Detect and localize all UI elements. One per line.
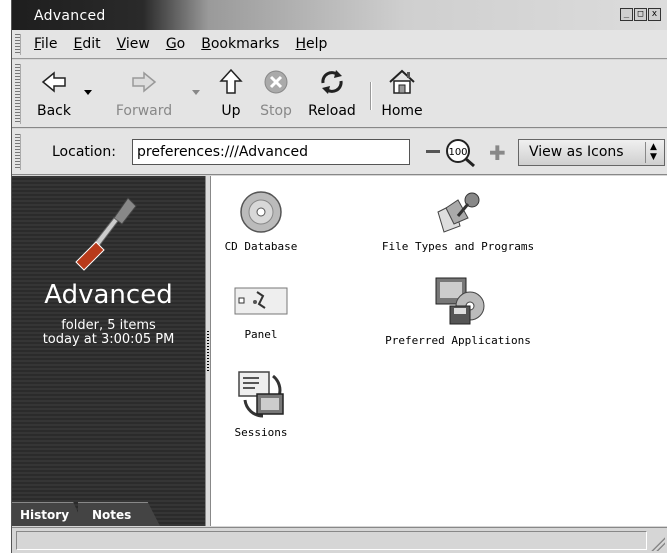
location-input[interactable] (132, 139, 410, 165)
home-button[interactable]: Home (378, 66, 426, 124)
reload-button[interactable]: Reload (304, 66, 360, 124)
stop-button[interactable]: Stop (254, 66, 298, 124)
spinner-arrows-icon: ▲ ▼ (645, 142, 661, 163)
minimize-button[interactable]: _ (620, 8, 633, 21)
back-button[interactable]: Back (30, 66, 78, 124)
file-types-icon (437, 192, 480, 233)
file-item-sessions[interactable]: Sessions (217, 370, 305, 439)
file-item-file-types[interactable]: File Types and Programs (373, 190, 543, 253)
view-as-dropdown[interactable]: View as Icons ▲ ▼ (518, 139, 665, 166)
menu-bar: File Edit View Go Bookmarks Help (12, 30, 667, 59)
reload-label: Reload (308, 103, 356, 119)
stop-label: Stop (260, 103, 292, 119)
sidebar: Advanced folder, 5 items today at 3:00:0… (12, 176, 205, 526)
status-text (16, 531, 647, 550)
menu-file[interactable]: File (26, 36, 65, 52)
sidebar-item-count: folder, 5 items (61, 318, 156, 333)
preferred-apps-icon (435, 277, 485, 325)
status-bar (12, 527, 667, 553)
reload-icon (321, 70, 343, 94)
stop-icon (264, 70, 288, 94)
sidebar-title: Advanced (44, 280, 173, 310)
back-arrow-icon (41, 71, 66, 93)
tab-notes[interactable]: Notes (78, 502, 160, 526)
file-item-label: Panel (244, 328, 278, 341)
window-controls: _ □ x (620, 8, 661, 21)
tab-history[interactable]: History (12, 502, 84, 526)
up-button[interactable]: Up (214, 66, 248, 124)
back-history-arrow-icon[interactable] (84, 90, 92, 95)
toolbar-grip[interactable] (15, 64, 21, 124)
up-arrow-icon (219, 68, 243, 94)
menu-bookmarks[interactable]: Bookmarks (193, 36, 287, 52)
sessions-icon (238, 371, 284, 418)
close-button[interactable]: x (648, 8, 661, 21)
menu-help[interactable]: Help (287, 36, 335, 52)
locationbar-grip[interactable] (15, 134, 21, 170)
zoom-level-text: 100 (448, 147, 467, 158)
file-manager-window: Advanced _ □ x File Edit View Go Bookmar… (11, 0, 667, 553)
resize-grip-icon[interactable] (651, 537, 665, 551)
sidebar-tabs: History Notes (12, 502, 160, 526)
sidebar-modified-date: today at 3:00:05 PM (42, 332, 175, 347)
file-item-cd-database[interactable]: CD Database (217, 190, 305, 253)
zoom-level-icon[interactable]: 100 (442, 138, 484, 168)
menubar-grip[interactable] (15, 34, 21, 55)
title-bar[interactable]: Advanced _ □ x (12, 0, 667, 30)
file-item-label: CD Database (224, 240, 298, 253)
window-title: Advanced (34, 8, 106, 24)
forward-history-arrow-icon[interactable] (192, 90, 200, 95)
forward-label: Forward (115, 103, 173, 119)
file-item-preferred-applications[interactable]: Preferred Applications (373, 276, 543, 347)
menu-view[interactable]: View (109, 36, 158, 52)
view-as-label: View as Icons (529, 144, 624, 160)
icon-view: CD Database File Types and Programs Pane… (211, 176, 667, 526)
zoom-in-icon[interactable]: ✚ (489, 141, 506, 165)
file-item-label: Sessions (234, 426, 288, 439)
home-label: Home (381, 103, 423, 119)
zoom-out-icon[interactable] (426, 150, 440, 153)
panel-icon (234, 287, 288, 315)
cd-icon (240, 191, 282, 233)
toolbar-separator (370, 82, 372, 110)
home-icon (389, 69, 415, 94)
screwdriver-icon (75, 197, 137, 271)
back-label: Back (37, 103, 71, 119)
file-item-panel[interactable]: Panel (217, 282, 305, 341)
location-bar: Location: 100 ✚ View as Icons ▲▼ (12, 129, 667, 175)
toolbar: Back Forward Up Stop Reload Home (12, 60, 667, 128)
forward-button[interactable]: Forward (108, 66, 180, 124)
menu-edit[interactable]: Edit (65, 36, 108, 52)
maximize-button[interactable]: □ (634, 8, 647, 21)
file-item-label: File Types and Programs (381, 240, 535, 253)
file-item-label: Preferred Applications (385, 334, 531, 347)
location-label: Location: (52, 144, 116, 160)
up-label: Up (221, 103, 241, 119)
menu-go[interactable]: Go (158, 36, 193, 52)
forward-arrow-icon (132, 71, 157, 93)
